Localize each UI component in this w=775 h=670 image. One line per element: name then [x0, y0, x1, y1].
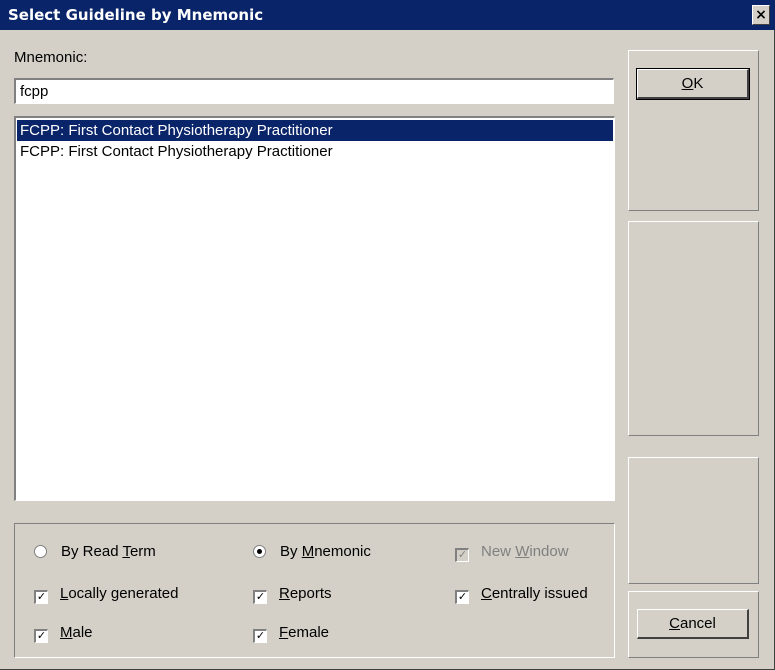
mnemonic-input[interactable] [14, 78, 614, 104]
side-panel-middle [628, 221, 759, 436]
option-label: Female [279, 624, 330, 641]
dialog-window: Select Guideline by Mnemonic × Mnemonic:… [0, 0, 775, 670]
option-label: New Window [481, 543, 569, 560]
checkbox-indicator: ✓ [253, 629, 267, 643]
by-mnemonic-radio[interactable]: By Mnemonic [253, 541, 371, 563]
cancel-button[interactable]: Cancel [637, 609, 749, 639]
by-read-term-radio[interactable]: By Read Term [34, 541, 156, 563]
option-label: Male [60, 624, 93, 641]
close-button[interactable]: × [752, 5, 770, 25]
checkbox-indicator: ✓ [34, 629, 48, 643]
mnemonic-label: Mnemonic: [14, 49, 88, 66]
checkbox-indicator: ✓ [455, 590, 469, 604]
centrally-issued-checkbox[interactable]: ✓ Centrally issued [455, 583, 588, 605]
locally-generated-checkbox[interactable]: ✓ Locally generated [34, 583, 178, 605]
title-bar[interactable]: Select Guideline by Mnemonic × [0, 0, 775, 30]
reports-checkbox[interactable]: ✓ Reports [253, 583, 332, 605]
option-label: By Mnemonic [280, 543, 371, 560]
option-label: Centrally issued [481, 585, 588, 602]
male-checkbox[interactable]: ✓ Male [34, 622, 93, 644]
checkbox-indicator: ✓ [253, 590, 267, 604]
side-panel-bottom [628, 457, 759, 584]
new-window-checkbox: ✓ New Window [455, 541, 569, 563]
options-group: By Read Term By Mnemonic ✓ New Window ✓ Lo… [14, 523, 615, 658]
list-item[interactable]: FCPP: First Contact Physiotherapy Practi… [17, 141, 613, 162]
radio-indicator [34, 545, 47, 558]
radio-indicator [253, 545, 266, 558]
option-label: By Read Term [61, 543, 156, 560]
female-checkbox[interactable]: ✓ Female [253, 622, 329, 644]
list-item[interactable]: FCPP: First Contact Physiotherapy Practi… [17, 120, 613, 141]
option-label: Reports [279, 585, 332, 602]
ok-button[interactable]: OK [636, 68, 750, 100]
window-title: Select Guideline by Mnemonic [8, 6, 264, 24]
results-listbox[interactable]: FCPP: First Contact Physiotherapy Practi… [14, 116, 615, 501]
option-label: Locally generated [60, 585, 179, 602]
checkbox-indicator: ✓ [455, 548, 469, 562]
checkbox-indicator: ✓ [34, 590, 48, 604]
